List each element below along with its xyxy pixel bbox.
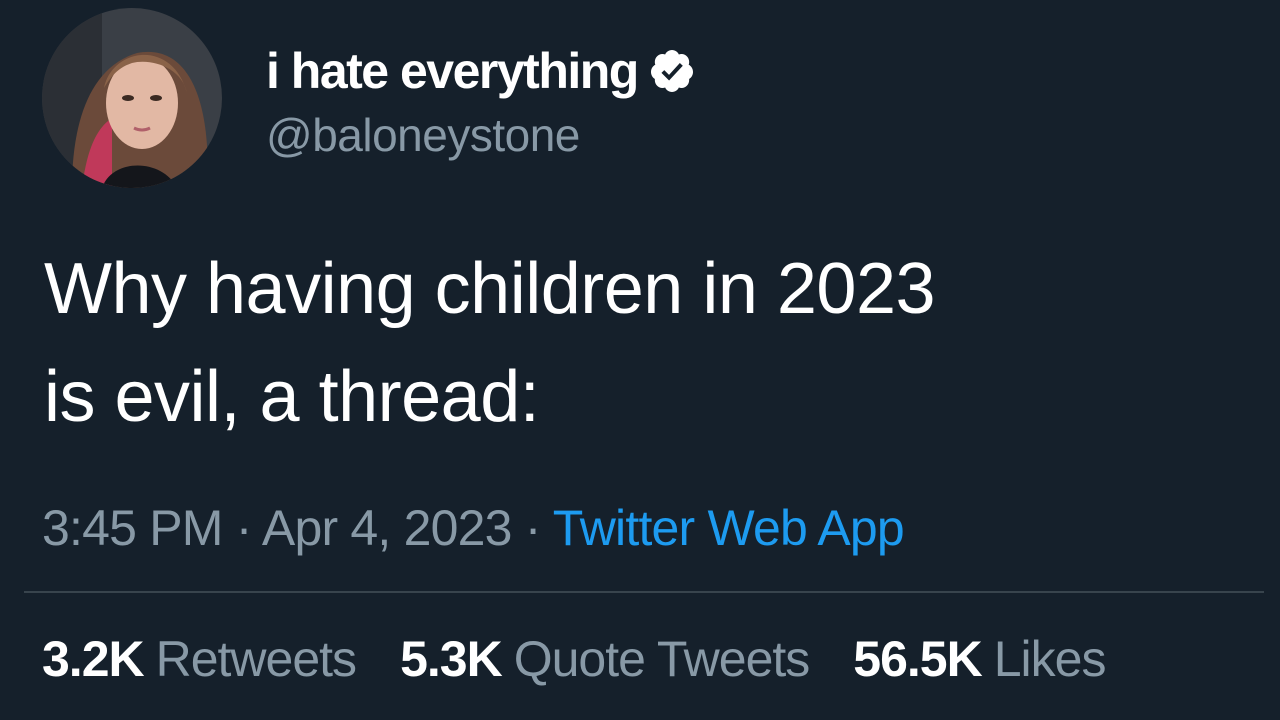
tweet-meta: 3:45 PM · Apr 4, 2023 · Twitter Web App [42,498,905,558]
divider [24,591,1264,593]
tweet-text-line: Why having children in 2023 [44,249,936,329]
likes-label: Likes [993,631,1107,687]
user-handle[interactable]: @baloneystone [266,112,580,158]
retweets-stat[interactable]: 3.2K Retweets [42,624,357,694]
likes-count: 56.5K [853,631,982,687]
retweets-count: 3.2K [42,631,145,687]
verified-badge-icon [648,47,696,95]
meta-separator: · [524,500,553,556]
tweet-text-line: is evil, a thread: [44,357,540,437]
display-name[interactable]: i hate everything [266,46,639,96]
tweet-time[interactable]: 3:45 PM [42,500,223,556]
quote-tweets-stat[interactable]: 5.3K Quote Tweets [400,624,811,694]
tweet-stats: 3.2K Retweets 5.3K Quote Tweets 56.5K Li… [42,624,1107,694]
tweet-text: Why having children in 2023 is evil, a t… [44,235,1224,451]
likes-stat[interactable]: 56.5K Likes [853,624,1107,694]
avatar-image [42,8,222,188]
meta-separator: · [235,500,262,556]
user-name-row: i hate everything [266,36,696,106]
tweet-card: i hate everything @baloneystone Why havi… [0,0,1280,720]
quote-tweets-count: 5.3K [400,631,503,687]
retweets-label: Retweets [155,631,357,687]
tweet-date[interactable]: Apr 4, 2023 [262,500,513,556]
tweet-source-link[interactable]: Twitter Web App [553,500,905,556]
quote-tweets-label: Quote Tweets [513,631,811,687]
avatar[interactable] [42,8,222,188]
